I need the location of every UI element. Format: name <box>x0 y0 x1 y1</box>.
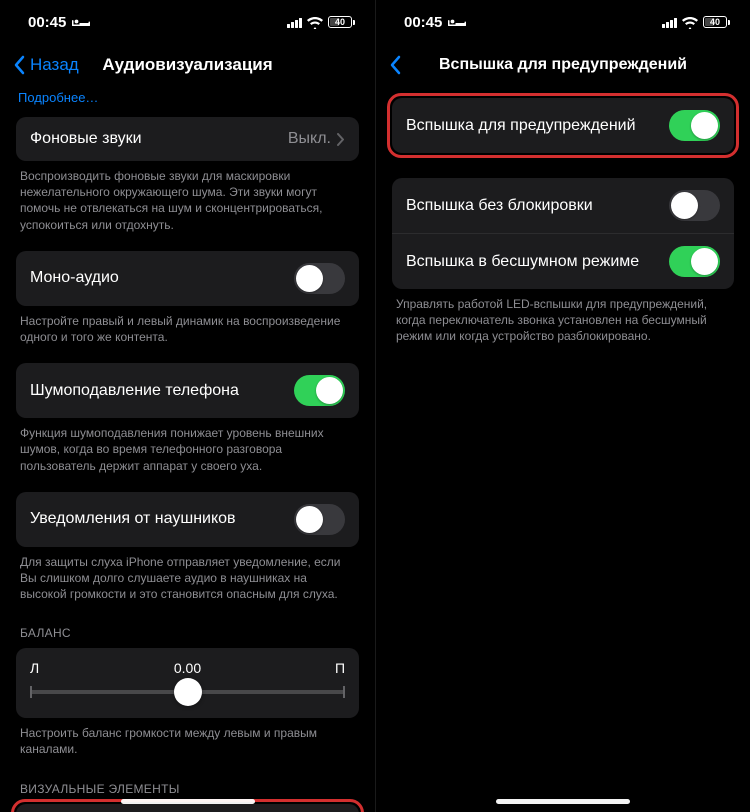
flash-footer: Управлять работой LED-вспышки для предуп… <box>392 289 734 363</box>
highlight-box-right: Вспышка для предупреждений <box>387 93 739 158</box>
chevron-left-icon <box>14 55 26 75</box>
back-button[interactable] <box>384 51 408 79</box>
home-indicator[interactable] <box>121 799 255 804</box>
back-button[interactable]: Назад <box>8 51 85 79</box>
balance-slider[interactable] <box>30 690 345 694</box>
chevron-right-icon <box>337 133 345 146</box>
phone-right: 00:45 40 Вспышка для предупреждений Вспы… <box>375 0 750 812</box>
wifi-icon <box>307 16 323 28</box>
status-bar: 00:45 40 <box>376 0 750 44</box>
slider-thumb[interactable] <box>174 678 202 706</box>
noise-cancel-footer: Функция шумоподавления понижает уровень … <box>16 418 359 492</box>
signal-icon <box>662 17 677 28</box>
mono-audio-row: Моно-аудио <box>16 251 359 306</box>
headphone-notif-row: Уведомления от наушников <box>16 492 359 547</box>
flash-silent-row: Вспышка в бесшумном режиме <box>392 233 734 289</box>
page-title: Вспышка для предупреждений <box>376 56 750 74</box>
battery-icon: 40 <box>703 16 730 28</box>
flash-unlocked-label: Вспышка без блокировки <box>406 197 593 215</box>
phone-left: 00:45 40 Назад Аудиовизуализация Подробн… <box>0 0 375 812</box>
wifi-icon <box>682 16 698 28</box>
balance-block: Л 0.00 П <box>16 648 359 718</box>
flash-unlocked-row: Вспышка без блокировки <box>392 178 734 233</box>
flash-alerts-master-toggle[interactable] <box>669 110 720 141</box>
headphone-notif-label: Уведомления от наушников <box>30 510 236 528</box>
mono-audio-footer: Настройте правый и левый динамик на восп… <box>16 306 359 363</box>
noise-cancel-row: Шумоподавление телефона <box>16 363 359 418</box>
background-sounds-label: Фоновые звуки <box>30 130 142 148</box>
flash-alerts-row[interactable]: Вспышка для предупреждений Выкл. <box>16 804 359 812</box>
bed-icon <box>72 16 90 28</box>
signal-icon <box>287 17 302 28</box>
background-sounds-row[interactable]: Фоновые звуки Выкл. <box>16 117 359 161</box>
background-sounds-footer: Воспроизводить фоновые звуки для маскиро… <box>16 161 359 251</box>
noise-cancel-toggle[interactable] <box>294 375 345 406</box>
flash-silent-toggle[interactable] <box>669 246 720 277</box>
balance-header: БАЛАНС <box>16 620 359 648</box>
flash-silent-label: Вспышка в бесшумном режиме <box>406 253 639 271</box>
flash-alerts-master-label: Вспышка для предупреждений <box>406 117 636 135</box>
battery-icon: 40 <box>328 16 355 28</box>
headphone-notif-footer: Для защиты слуха iPhone отправляет уведо… <box>16 547 359 621</box>
flash-unlocked-toggle[interactable] <box>669 190 720 221</box>
balance-footer: Настроить баланс громкости между левым и… <box>16 718 359 775</box>
headphone-notif-toggle[interactable] <box>294 504 345 535</box>
home-indicator[interactable] <box>496 799 630 804</box>
background-sounds-value: Выкл. <box>288 130 331 148</box>
more-link[interactable]: Подробнее… <box>16 86 359 117</box>
noise-cancel-label: Шумоподавление телефона <box>30 382 239 400</box>
chevron-left-icon <box>390 55 402 75</box>
bed-icon <box>448 16 466 28</box>
status-bar: 00:45 40 <box>0 0 375 44</box>
status-time: 00:45 <box>28 14 66 31</box>
back-label: Назад <box>30 55 79 75</box>
balance-value: 0.00 <box>30 660 345 676</box>
mono-audio-label: Моно-аудио <box>30 269 119 287</box>
flash-alerts-master-row: Вспышка для предупреждений <box>392 98 734 153</box>
status-time: 00:45 <box>404 14 442 31</box>
nav-bar: Вспышка для предупреждений <box>376 44 750 86</box>
mono-audio-toggle[interactable] <box>294 263 345 294</box>
nav-bar: Назад Аудиовизуализация <box>0 44 375 86</box>
